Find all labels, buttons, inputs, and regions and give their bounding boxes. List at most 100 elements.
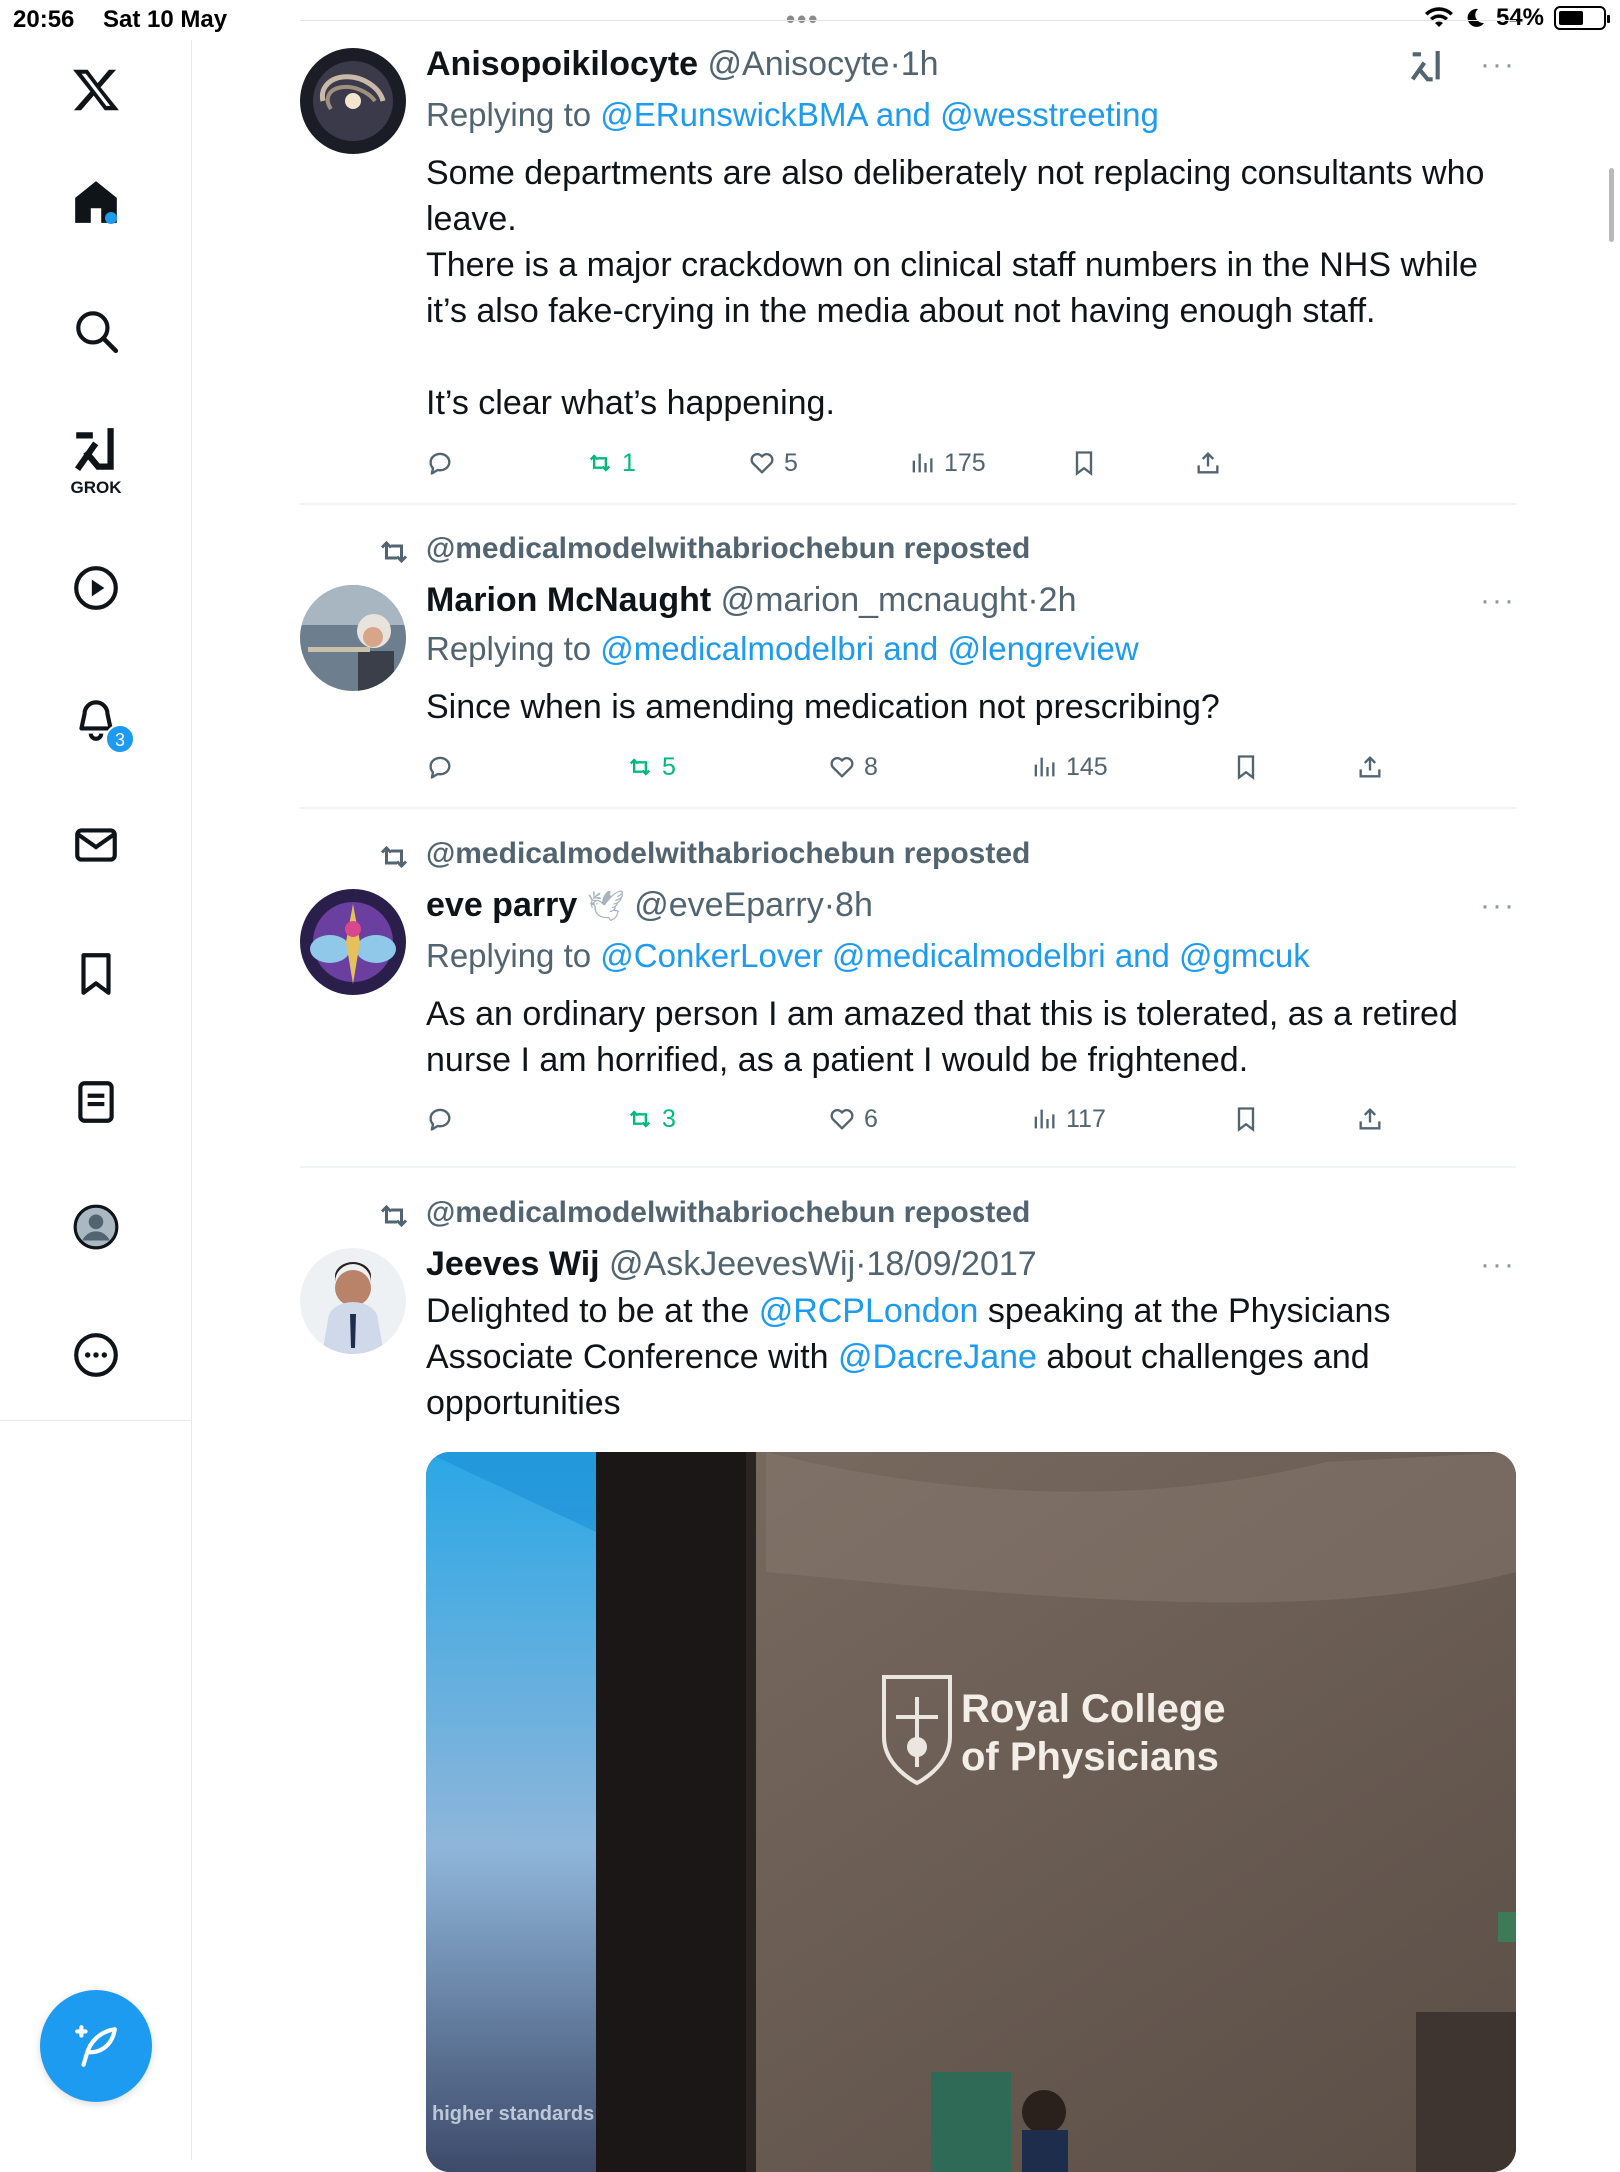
grok-label[interactable]: GROK	[0, 478, 192, 498]
reply-button[interactable]	[426, 443, 462, 483]
bookmark-button[interactable]	[1070, 443, 1098, 483]
tweet-text: Some departments are also deliberately n…	[426, 154, 1485, 422]
share-button[interactable]	[1356, 747, 1384, 787]
reposted-by[interactable]: @medicalmodelwithabriochebun reposted	[426, 837, 1030, 871]
bookmark-button[interactable]	[1232, 747, 1260, 787]
author-name[interactable]: Jeeves Wij	[426, 1245, 600, 1283]
tweet-header: eve parry 🕊 @eveEparry·8h	[426, 886, 873, 924]
author-name[interactable]: Anisopoikilocyte	[426, 45, 698, 83]
like-button[interactable]: 6	[828, 1099, 878, 1139]
tweet-media-image[interactable]: higher standards Royal College of Physic…	[426, 1452, 1516, 2172]
reply-button[interactable]	[426, 747, 462, 787]
avatar[interactable]	[300, 585, 406, 691]
heart-icon	[830, 1108, 854, 1130]
compose-post-button[interactable]	[40, 1990, 152, 2102]
avatar[interactable]	[300, 1248, 406, 1354]
more-options-icon[interactable]: ···	[1480, 1248, 1516, 1282]
reply-icon	[429, 452, 451, 475]
search-icon[interactable]	[58, 293, 134, 369]
tweet-header: Anisopoikilocyte @Anisocyte·1h	[426, 45, 939, 83]
tweet-actions: 3 6 117	[426, 1099, 1516, 1139]
like-button[interactable]: 5	[748, 443, 798, 483]
tweet-body: Jeeves Wij @AskJeevesWij·18/09/2017 Deli…	[426, 1242, 1516, 1426]
compose-feather-icon	[75, 2025, 117, 2067]
more-icon[interactable]	[58, 1317, 134, 1393]
author-handle[interactable]: @marion_mcnaught	[721, 581, 1028, 619]
replying-to: Replying to @ConkerLover @medicalmodelbr…	[426, 937, 1310, 974]
notification-badge: 3	[105, 724, 135, 754]
tweet-time[interactable]: 1h	[901, 45, 939, 83]
repost-icon	[589, 454, 611, 472]
author-handle[interactable]: @eveEparry	[634, 886, 823, 924]
views-button[interactable]: 117	[1030, 1099, 1106, 1139]
tweet-text: Since when is amending medication not pr…	[426, 688, 1220, 726]
author-handle[interactable]: @Anisocyte	[708, 45, 890, 83]
repost-icon	[380, 540, 408, 564]
avatar[interactable]	[300, 48, 406, 154]
repost-button[interactable]: 5	[626, 747, 676, 787]
repost-button[interactable]: 3	[626, 1099, 676, 1139]
tweet-header: Marion McNaught @marion_mcnaught·2h	[426, 581, 1077, 619]
x-logo-icon[interactable]	[58, 52, 134, 128]
reply-icon	[429, 756, 451, 779]
share-icon	[1359, 1108, 1381, 1130]
reply-icon	[429, 1108, 451, 1131]
bookmark-icon[interactable]	[58, 936, 134, 1012]
share-button[interactable]	[1356, 1099, 1384, 1139]
reply-button[interactable]	[426, 1099, 462, 1139]
mention-link[interactable]: @gmcuk	[1179, 937, 1310, 974]
repost-icon	[629, 758, 651, 776]
repost-icon	[380, 845, 408, 869]
mention-link[interactable]: @medicalmodelbri	[600, 630, 874, 667]
author-name[interactable]: Marion McNaught	[426, 581, 711, 619]
tweet-body: Marion McNaught @marion_mcnaught·2h Repl…	[426, 578, 1516, 730]
reposted-by[interactable]: @medicalmodelwithabriochebun reposted	[426, 1196, 1030, 1230]
mention-link[interactable]: @lengreview	[947, 630, 1138, 667]
bookmark-button[interactable]	[1232, 1099, 1260, 1139]
mail-icon[interactable]	[58, 807, 134, 883]
video-icon[interactable]	[58, 550, 134, 626]
mention-link[interactable]: @ERunswickBMA	[600, 96, 866, 133]
mention-link[interactable]: @wesstreeting	[940, 96, 1159, 133]
screen-caption: higher standards	[432, 2103, 594, 2125]
views-icon	[1034, 1109, 1055, 1129]
home-icon[interactable]	[58, 164, 134, 240]
logo-line-1: Royal College	[961, 1687, 1226, 1731]
bookmark-icon	[1237, 1107, 1255, 1132]
bookmark-icon	[1075, 451, 1093, 476]
profile-icon[interactable]	[58, 1189, 134, 1265]
tweet-body: Anisopoikilocyte @Anisocyte·1h Replying …	[426, 42, 1516, 426]
author-name[interactable]: eve parry	[426, 886, 577, 924]
status-date: Sat 10 May	[103, 6, 228, 33]
mention-link[interactable]: @ConkerLover	[600, 937, 822, 974]
tweet-actions: 1 5 175	[426, 443, 1516, 483]
battery-percent: 54%	[1495, 4, 1544, 31]
lists-icon[interactable]	[58, 1064, 134, 1140]
reposted-by[interactable]: @medicalmodelwithabriochebun reposted	[426, 532, 1030, 566]
author-handle[interactable]: @AskJeevesWij	[609, 1245, 855, 1283]
tweet-body: eve parry 🕊 @eveEparry·8h Replying to @C…	[426, 883, 1516, 1083]
repost-icon	[629, 1110, 651, 1128]
more-options-icon[interactable]: ···	[1480, 889, 1516, 923]
tweet-time[interactable]: 8h	[835, 886, 873, 924]
mention-link[interactable]: @DacreJane	[838, 1338, 1037, 1376]
more-options-icon[interactable]: ···	[1480, 584, 1516, 618]
mention-link[interactable]: @medicalmodelbri	[832, 937, 1106, 974]
repost-button[interactable]: 1	[586, 443, 636, 483]
tweet-time[interactable]: 18/09/2017	[867, 1245, 1037, 1283]
views-button[interactable]: 145	[1030, 747, 1108, 787]
like-button[interactable]: 8	[828, 747, 878, 787]
tweet-header: Jeeves Wij @AskJeevesWij·18/09/2017	[426, 1245, 1037, 1283]
status-time: 20:56	[13, 6, 75, 33]
more-options-icon[interactable]: ···	[1480, 48, 1516, 82]
replying-to: Replying to @ERunswickBMA and @wesstreet…	[426, 96, 1159, 133]
avatar[interactable]	[300, 889, 406, 995]
grok-icon[interactable]	[58, 412, 134, 488]
share-button[interactable]	[1194, 443, 1222, 483]
mention-link[interactable]: @RCPLondon	[759, 1292, 979, 1330]
tweet-time[interactable]: 2h	[1039, 581, 1077, 619]
logo-line-2: of Physicians	[961, 1735, 1219, 1779]
views-button[interactable]: 175	[908, 443, 986, 483]
replying-to: Replying to @medicalmodelbri and @lengre…	[426, 630, 1139, 667]
scrollbar[interactable]	[1609, 168, 1614, 242]
